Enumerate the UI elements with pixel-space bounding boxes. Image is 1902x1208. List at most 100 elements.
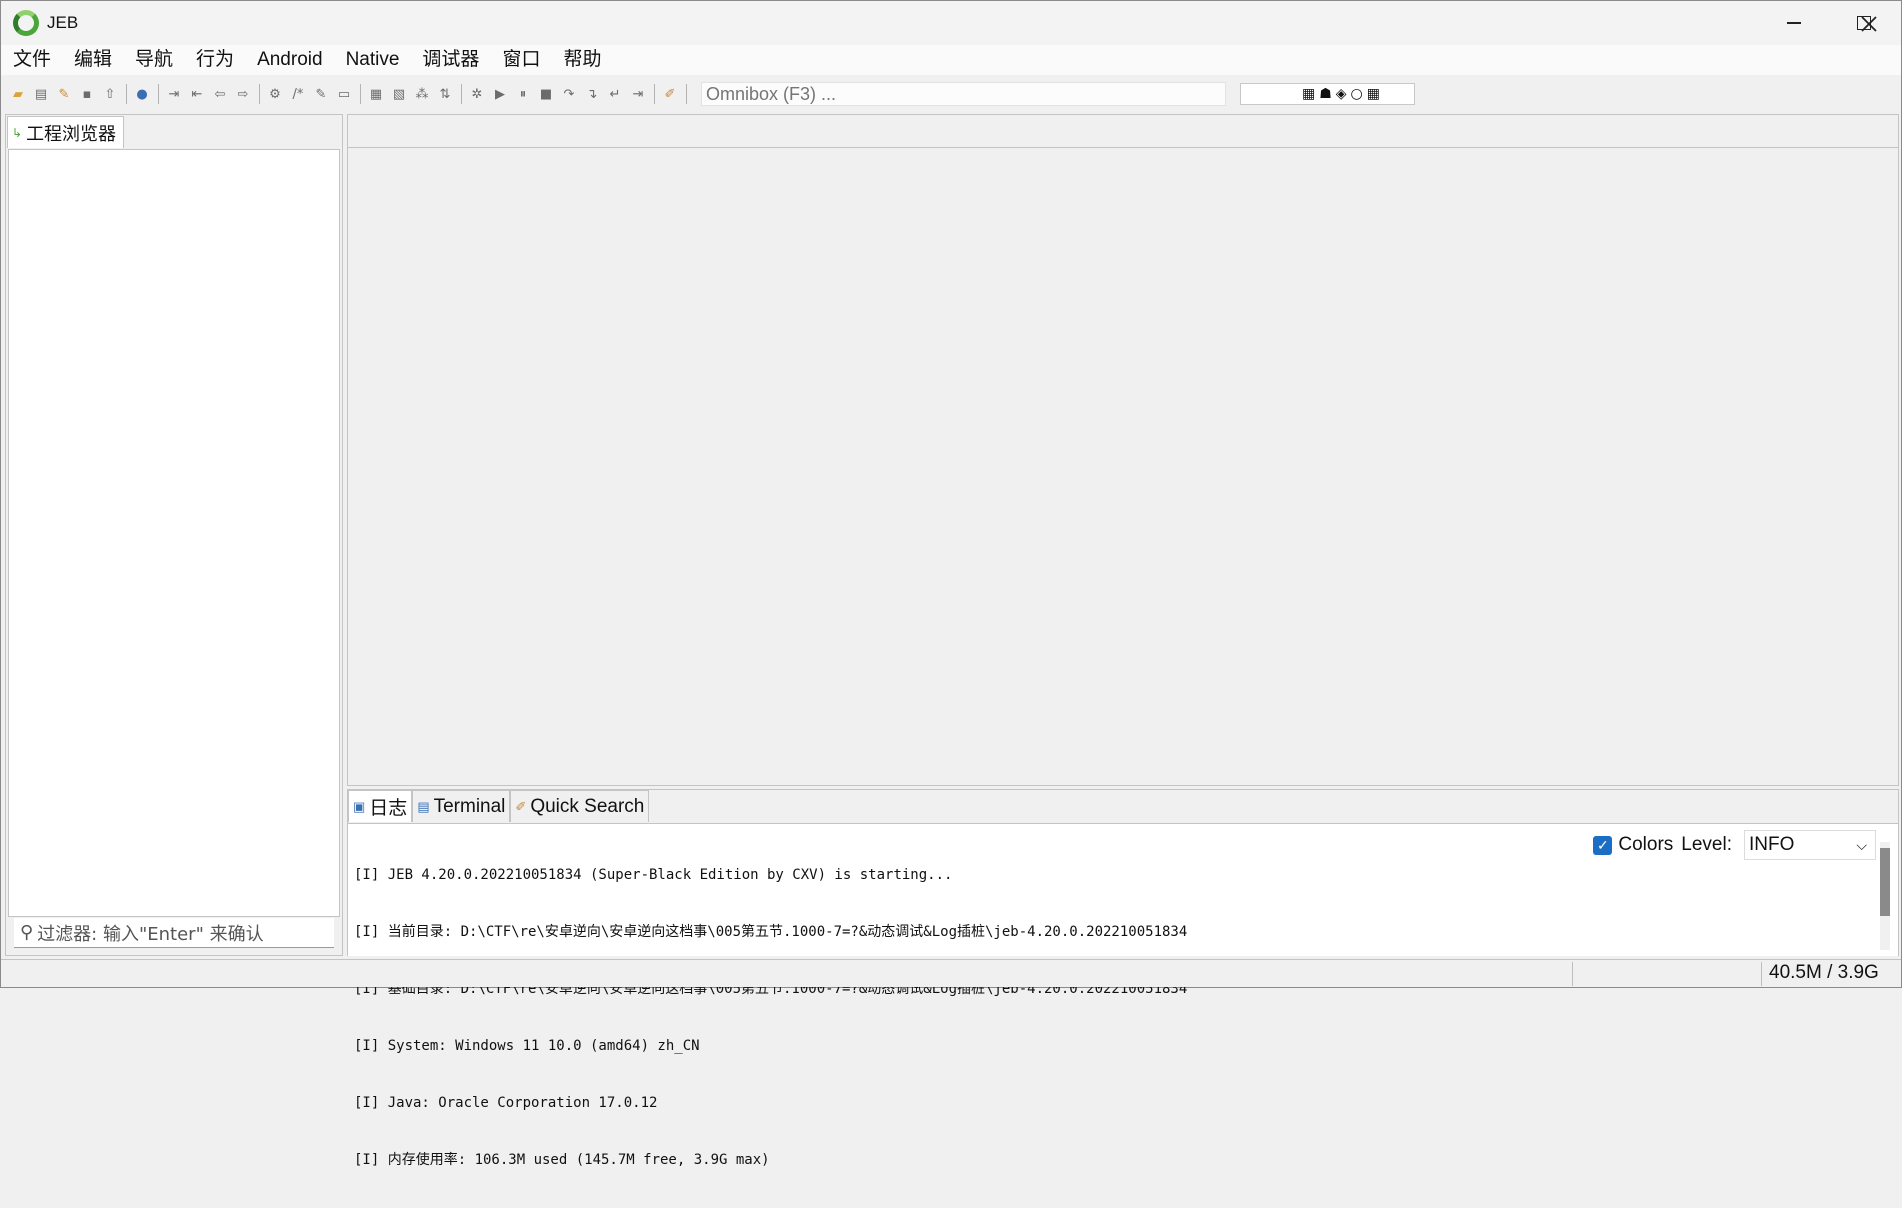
toolbar-separator [654, 84, 655, 104]
stop-icon[interactable]: ■ [537, 85, 555, 103]
pause-icon[interactable]: ⏸ [514, 85, 532, 103]
toolbar-separator [686, 84, 687, 104]
back-icon[interactable]: ⇦ [211, 85, 229, 103]
colors-checkbox[interactable]: ✓ [1593, 835, 1613, 855]
document-icon[interactable]: ▭ [335, 85, 353, 103]
table-icon[interactable]: ▦ [367, 85, 385, 103]
log-output[interactable]: [I] JEB 4.20.0.202210051834 (Super-Black… [348, 823, 1898, 1168]
filter-placeholder: 过滤器: 输入"Enter" 来确认 [37, 923, 264, 945]
properties-icon[interactable]: ✎ [55, 85, 73, 103]
menu-action[interactable]: 行为 [184, 45, 245, 75]
cube-icon: ◈ [1335, 86, 1347, 102]
classes-icon[interactable]: ▧ [390, 85, 408, 103]
bug-icon: ☗ [1319, 86, 1332, 102]
rocket-icon: ✐ [515, 798, 527, 814]
step-over-icon[interactable]: ↷ [560, 85, 578, 103]
terminal-icon: ▤ [417, 798, 430, 814]
memory-usage: 40.5M / 3.9G [1769, 962, 1879, 983]
menu-android[interactable]: Android [245, 45, 334, 75]
project-tree-icon: ↳ [12, 125, 23, 140]
xref-icon[interactable]: ⇅ [436, 85, 454, 103]
bottom-panel: ▣ 日志 ▤ Terminal ✐ Quick Search [I] JEB 4… [347, 789, 1899, 1168]
step-return-icon[interactable]: ↵ [606, 85, 624, 103]
tab-quick-search[interactable]: ✐ Quick Search [510, 790, 650, 822]
debug-icon[interactable]: ✲ [468, 85, 486, 103]
colors-label: Colors [1618, 834, 1674, 855]
status-separator [1761, 962, 1762, 986]
globe-icon[interactable]: ● [133, 85, 151, 103]
menu-debugger[interactable]: 调试器 [410, 45, 490, 75]
step-in-icon[interactable]: ⇥ [165, 85, 183, 103]
log-controls: ✓ Colors Level: INFO ⌵ [1593, 830, 1876, 860]
log-line: [I] 当前目录: D:\CTF\re\安卓逆向\安卓逆向这档事\005第五节.… [354, 924, 1188, 940]
status-bar: 40.5M / 3.9G [1, 959, 1901, 987]
rename-icon[interactable]: ✎ [312, 85, 330, 103]
editor-tab-strip [348, 115, 1898, 148]
tab-label: 工程浏览器 [26, 123, 117, 145]
tab-log-label: 日志 [369, 798, 408, 819]
status-separator [1572, 962, 1573, 986]
log-line: [I] System: Windows 11 10.0 (amd64) zh_C… [354, 1038, 700, 1054]
level-label: Level: [1681, 834, 1732, 855]
menu-native[interactable]: Native [334, 45, 411, 75]
window-title: JEB [47, 13, 79, 32]
chevron-down-icon: ⌵ [1856, 836, 1867, 853]
refactor-icon[interactable]: ⚙ [266, 85, 284, 103]
minimize-button[interactable] [1759, 1, 1829, 45]
export-icon[interactable]: ▪ [78, 85, 96, 103]
menu-file[interactable]: 文件 [1, 45, 62, 75]
step-into-icon[interactable]: ↴ [583, 85, 601, 103]
minimize-icon [1787, 22, 1801, 24]
menu-window[interactable]: 窗口 [490, 45, 551, 75]
log-scrollbar[interactable] [1880, 842, 1890, 950]
open-folder-icon[interactable]: ▰ [9, 85, 27, 103]
omnibox-input[interactable] [701, 82, 1226, 106]
tab-project-explorer[interactable]: ↳ 工程浏览器 [7, 116, 124, 148]
project-tree[interactable] [8, 149, 340, 917]
menu-edit[interactable]: 编辑 [62, 45, 123, 75]
toolbar: ▰ ▤ ✎ ▪ ⇧ ● ⇥ ⇤ ⇦ ⇨ ⚙ /* ✎ ▭ ▦ ▧ ⁂ ⇅ ✲ ▶… [1, 79, 1901, 109]
save-icon[interactable]: ▤ [32, 85, 50, 103]
log-line: [I] Java: Oracle Corporation 17.0.12 [354, 1095, 658, 1111]
bottom-tab-strip: ▣ 日志 ▤ Terminal ✐ Quick Search [348, 790, 650, 822]
tab-log[interactable]: ▣ 日志 [348, 790, 413, 822]
log-icon: ▣ [353, 798, 366, 814]
step-out-icon[interactable]: ⇤ [188, 85, 206, 103]
forward-icon[interactable]: ⇨ [234, 85, 252, 103]
toolbar-separator [461, 84, 462, 104]
app-window: JEB 文件 编辑 导航 行为 Android Native 调试器 窗口 帮助… [0, 0, 1902, 1168]
search-icon: ⚲ [20, 922, 34, 943]
level-value: INFO [1749, 834, 1795, 855]
run-icon[interactable]: ▶ [491, 85, 509, 103]
scrollbar-thumb[interactable] [1880, 848, 1890, 916]
toolbar-status-box: ▦ ☗ ◈ ○ ▦ [1240, 83, 1415, 105]
project-explorer-panel: ↳ 工程浏览器 ⚲ 过滤器: 输入"Enter" 来确认 [5, 114, 343, 956]
toolbar-separator [158, 84, 159, 104]
comment-icon[interactable]: /* [289, 85, 307, 103]
menu-navigate[interactable]: 导航 [123, 45, 184, 75]
grid-icon: ▦ [1301, 86, 1316, 102]
title-bar: JEB [1, 1, 1901, 45]
editor-area [347, 114, 1899, 786]
tab-terminal-label: Terminal [433, 795, 506, 817]
grid-icon: ▦ [1366, 86, 1380, 102]
tab-terminal[interactable]: ▤ Terminal [412, 790, 511, 822]
close-icon[interactable] [1856, 11, 1882, 37]
jeb-logo-icon [13, 10, 39, 36]
tab-quick-search-label: Quick Search [530, 795, 645, 817]
quick-action-icon[interactable]: ✐ [661, 85, 679, 103]
circle-icon: ○ [1350, 86, 1363, 102]
level-select[interactable]: INFO ⌵ [1744, 830, 1876, 860]
filter-field[interactable]: ⚲ 过滤器: 输入"Enter" 来确认 [14, 918, 334, 948]
menu-help[interactable]: 帮助 [551, 45, 612, 75]
menu-bar: 文件 编辑 导航 行为 Android Native 调试器 窗口 帮助 [1, 45, 1901, 75]
log-lines: [I] JEB 4.20.0.202210051834 (Super-Black… [354, 828, 1187, 1208]
toolbar-separator [259, 84, 260, 104]
log-line: [I] 内存使用率: 106.3M used (145.7M free, 3.9… [354, 1152, 770, 1168]
toolbar-separator [126, 84, 127, 104]
graph-icon[interactable]: ⁂ [413, 85, 431, 103]
run-to-icon[interactable]: ⇥ [629, 85, 647, 103]
toolbar-separator [360, 84, 361, 104]
upload-icon[interactable]: ⇧ [101, 85, 119, 103]
log-line: [I] JEB 4.20.0.202210051834 (Super-Black… [354, 867, 953, 883]
